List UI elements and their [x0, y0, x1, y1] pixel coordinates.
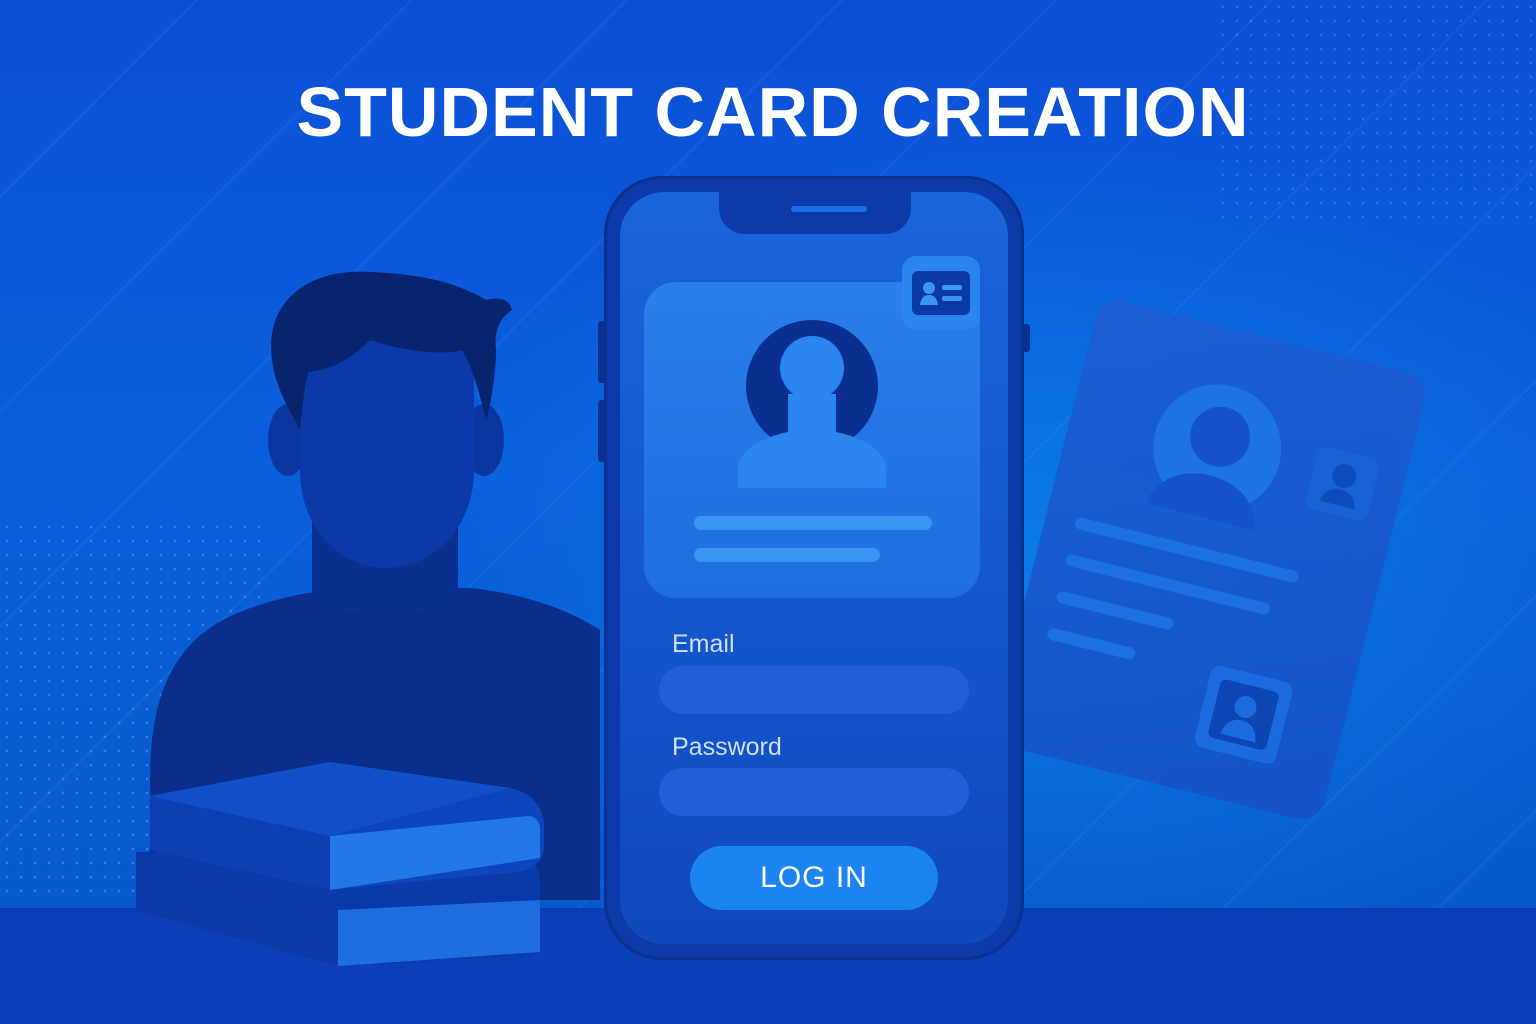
phone-side-button: [598, 400, 606, 462]
id-card-icon: [912, 271, 970, 315]
phone-speaker: [791, 206, 867, 212]
email-field[interactable]: [659, 666, 969, 714]
login-button[interactable]: LOG IN: [690, 846, 938, 910]
password-field[interactable]: [659, 768, 969, 816]
email-label: Email: [672, 630, 735, 658]
phone-screen: Email Password LOG IN: [620, 192, 1008, 944]
phone-mockup: Email Password LOG IN: [598, 176, 1030, 960]
phone-notch: [719, 192, 911, 234]
id-card-badge: [902, 256, 980, 330]
phone-side-button: [598, 321, 606, 383]
password-label: Password: [672, 733, 782, 761]
illustration-scene: STUDENT CARD CREATION Email Password LOG…: [0, 0, 1536, 1024]
phone-side-button: [1022, 324, 1030, 352]
